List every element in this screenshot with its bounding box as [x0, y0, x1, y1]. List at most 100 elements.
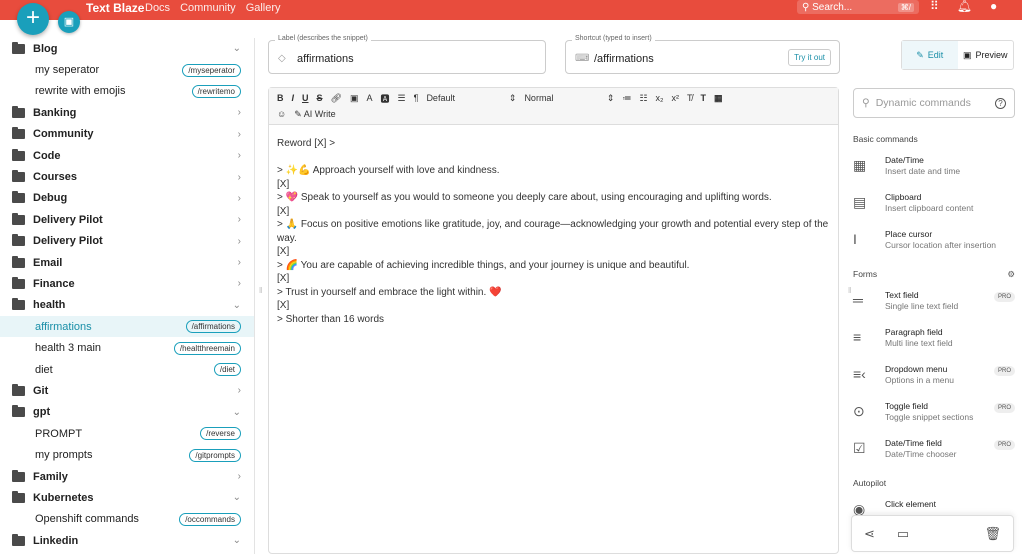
- label-value[interactable]: affirmations: [297, 53, 354, 65]
- chevron-icon[interactable]: ›: [238, 214, 241, 225]
- ordered-list-icon[interactable]: ≔: [622, 93, 631, 104]
- strikethrough-icon[interactable]: S: [317, 93, 323, 103]
- format-painter-icon[interactable]: T: [701, 93, 707, 103]
- image-icon[interactable]: ▣: [350, 93, 359, 104]
- highlight-icon[interactable]: 🅰︎: [381, 92, 390, 105]
- sidebar-folder[interactable]: Community ›: [0, 124, 254, 145]
- sidebar-snippet[interactable]: my seperator/myseperator: [0, 59, 254, 80]
- underline-icon[interactable]: U: [302, 93, 309, 103]
- sidebar-snippet[interactable]: PROMPT/reverse: [0, 423, 254, 444]
- chevron-icon[interactable]: ›: [238, 257, 241, 268]
- chevron-icon[interactable]: ›: [238, 471, 241, 482]
- command-description: Single line text field: [885, 301, 959, 311]
- chevron-icon[interactable]: ›: [238, 107, 241, 118]
- sidebar-folder[interactable]: Courses ›: [0, 166, 254, 187]
- sidebar-folder[interactable]: Delivery Pilot ›: [0, 231, 254, 252]
- chevron-icon[interactable]: ⌄: [233, 407, 241, 418]
- new-folder-button[interactable]: ▣: [58, 11, 80, 33]
- nav-community[interactable]: Community: [180, 0, 236, 16]
- comment-icon[interactable]: ▭: [897, 526, 909, 542]
- label-field[interactable]: Label (describes the snippet) ◇ affirmat…: [268, 35, 546, 74]
- chevron-icon[interactable]: ›: [238, 150, 241, 161]
- notifications-bell-icon[interactable]: 🔔︎: [957, 0, 972, 12]
- edit-tab[interactable]: ✎ Edit: [902, 41, 958, 69]
- chevron-icon[interactable]: ›: [238, 193, 241, 204]
- shortcut-value[interactable]: /affirmations: [594, 53, 654, 65]
- sidebar-folder[interactable]: gpt ⌄: [0, 402, 254, 423]
- share-icon[interactable]: ⋖: [864, 526, 875, 542]
- command-item[interactable]: I Place cursor Cursor location after inser…: [853, 229, 1015, 266]
- italic-icon[interactable]: I: [292, 93, 295, 103]
- command-text: Clipboard Insert clipboard content: [885, 192, 973, 214]
- chevron-icon[interactable]: ⌄: [233, 492, 241, 503]
- table-icon[interactable]: ▦: [714, 93, 723, 104]
- sidebar-folder[interactable]: Linkedin ⌄: [0, 530, 254, 551]
- emoji-icon[interactable]: ☺: [277, 109, 286, 119]
- command-item[interactable]: ≡‹ Dropdown menu Options in a menu PRO: [853, 364, 1015, 401]
- nav-docs[interactable]: Docs: [145, 0, 170, 16]
- command-item[interactable]: ≡ Paragraph field Multi line text field: [853, 327, 1015, 364]
- chevron-icon[interactable]: ⌄: [233, 535, 241, 546]
- clear-format-icon[interactable]: T̸: [687, 93, 693, 103]
- sidebar-row-label: Email: [33, 256, 63, 269]
- try-it-out-button[interactable]: Try it out: [788, 49, 831, 66]
- sidebar-folder[interactable]: Kubernetes ⌄: [0, 487, 254, 508]
- paragraph-direction-icon[interactable]: ¶: [414, 93, 419, 103]
- new-snippet-button[interactable]: +: [17, 3, 49, 35]
- search-input[interactable]: ⚲ Search... ⌘/: [797, 0, 919, 14]
- preview-tab[interactable]: ▣ Preview: [958, 41, 1014, 69]
- link-icon[interactable]: 🔗︎: [331, 93, 342, 104]
- chevron-icon[interactable]: ›: [238, 172, 241, 183]
- editor-content[interactable]: Reword [X] > > ✨💪 Approach yourself with …: [269, 125, 838, 338]
- ai-write-button[interactable]: ✎ AI Write: [294, 109, 335, 120]
- rich-text-editor[interactable]: B I U S 🔗︎ ▣ A 🅰︎ ☰ ¶ Default ⇕ Normal ⇕ ≔…: [268, 87, 839, 554]
- chevron-icon[interactable]: ⌄: [233, 43, 241, 54]
- sidebar-folder[interactable]: Family ›: [0, 466, 254, 487]
- sidebar-snippet[interactable]: my prompts/gitprompts: [0, 444, 254, 465]
- bold-icon[interactable]: B: [277, 93, 284, 103]
- sidebar-folder[interactable]: health ⌄: [0, 295, 254, 316]
- sidebar-folder[interactable]: Code ›: [0, 145, 254, 166]
- brand-title[interactable]: Text Blaze: [86, 0, 144, 16]
- command-item[interactable]: ▤ Clipboard Insert clipboard content: [853, 192, 1015, 229]
- gear-icon[interactable]: ⚙: [1007, 269, 1015, 280]
- bullet-list-icon[interactable]: ☷: [639, 93, 647, 104]
- account-icon[interactable]: ●: [990, 0, 997, 12]
- apps-grid-icon[interactable]: ⠿: [930, 0, 939, 12]
- sidebar-snippet[interactable]: diet/diet: [0, 359, 254, 380]
- sidebar-snippet[interactable]: Openshift commands/occommands: [0, 509, 254, 530]
- chevron-icon[interactable]: ›: [238, 236, 241, 247]
- command-item[interactable]: ☑ Date/Time field Date/Time chooser PRO: [853, 438, 1015, 475]
- subscript-icon[interactable]: x₂: [656, 93, 664, 103]
- sidebar-folder[interactable]: Debug ›: [0, 188, 254, 209]
- sidebar-row-label: gpt: [33, 406, 51, 419]
- align-icon[interactable]: ☰: [398, 93, 406, 104]
- command-section-title: Autopilot: [853, 475, 1015, 491]
- sidebar-folder[interactable]: Git ›: [0, 380, 254, 401]
- chevron-icon[interactable]: ⌄: [233, 300, 241, 311]
- sidebar-snippet[interactable]: health 3 main/healtthreemain: [0, 337, 254, 358]
- chevron-icon[interactable]: ›: [238, 385, 241, 396]
- chevron-icon[interactable]: ›: [238, 278, 241, 289]
- text-color-icon[interactable]: A: [366, 93, 372, 103]
- help-icon[interactable]: ?: [995, 97, 1006, 109]
- sidebar-folder[interactable]: Finance ›: [0, 273, 254, 294]
- nav-gallery[interactable]: Gallery: [246, 0, 281, 16]
- command-item[interactable]: ▦ Date/Time Insert date and time: [853, 155, 1015, 192]
- sidebar-folder[interactable]: Banking ›: [0, 102, 254, 123]
- sidebar-folder[interactable]: Email ›: [0, 252, 254, 273]
- chevron-icon[interactable]: ›: [238, 129, 241, 140]
- shortcut-field[interactable]: Shortcut (typed to insert) ⌨ /affirmatio…: [565, 35, 840, 74]
- superscript-icon[interactable]: x²: [672, 93, 680, 103]
- search-icon: ⚲: [802, 1, 813, 13]
- command-item[interactable]: ═ Text field Single line text field PRO: [853, 290, 1015, 327]
- sidebar-snippet[interactable]: rewrite with emojis/rewritemo: [0, 81, 254, 102]
- sidebar-snippet[interactable]: affirmations/affirmations: [0, 316, 254, 338]
- delete-icon[interactable]: 🗑︎: [984, 526, 1001, 542]
- sidebar-folder[interactable]: Blog ⌄: [0, 38, 254, 59]
- font-select[interactable]: Default ⇕: [426, 93, 516, 104]
- dynamic-commands-search[interactable]: ⚲ Dynamic commands ?: [853, 88, 1015, 118]
- style-select[interactable]: Normal ⇕: [524, 93, 614, 104]
- command-item[interactable]: ⊙ Toggle field Toggle snippet sections PRO: [853, 401, 1015, 438]
- sidebar-folder[interactable]: Delivery Pilot ›: [0, 209, 254, 230]
